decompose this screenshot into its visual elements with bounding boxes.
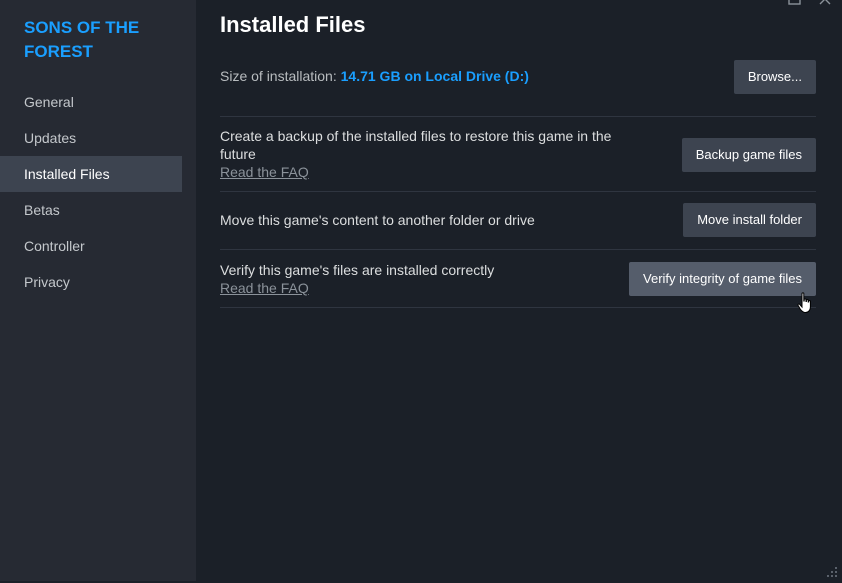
hand-pointer-icon [797,292,815,314]
verify-integrity-button[interactable]: Verify integrity of game files [629,262,816,296]
verify-row: Verify this game's files are installed c… [220,249,816,308]
backup-text: Create a backup of the installed files t… [220,128,612,162]
installation-size-text: Size of installation: 14.71 GB on Local … [220,68,529,84]
resize-grip-icon[interactable] [826,565,838,577]
sidebar-nav: General Updates Installed Files Betas Co… [0,84,182,300]
verify-text: Verify this game's files are installed c… [220,262,495,278]
backup-game-files-button[interactable]: Backup game files [681,138,816,172]
size-label: Size of installation: [220,68,337,84]
move-install-folder-button[interactable]: Move install folder [683,203,816,237]
verify-faq-link[interactable]: Read the FAQ [220,279,600,297]
sidebar-item-updates[interactable]: Updates [0,120,182,156]
sidebar: SONS OF THE FOREST General Updates Insta… [0,0,196,581]
move-row: Move this game's content to another fold… [220,191,816,249]
sidebar-item-installed-files[interactable]: Installed Files [0,156,182,192]
browse-button[interactable]: Browse... [733,60,816,94]
sidebar-item-privacy[interactable]: Privacy [0,264,182,300]
verify-description: Verify this game's files are installed c… [220,261,600,297]
close-icon[interactable] [818,0,832,9]
backup-faq-link[interactable]: Read the FAQ [220,163,650,181]
sidebar-item-controller[interactable]: Controller [0,228,182,264]
backup-description: Create a backup of the installed files t… [220,127,650,181]
move-text: Move this game's content to another fold… [220,212,535,228]
game-title: SONS OF THE FOREST [24,18,140,61]
page-title: Installed Files [220,12,366,37]
installation-size-row: Size of installation: 14.71 GB on Local … [220,60,816,94]
size-value: 14.71 GB on Local Drive (D:) [340,68,529,84]
backup-row: Create a backup of the installed files t… [220,116,816,191]
sidebar-item-betas[interactable]: Betas [0,192,182,228]
sidebar-item-general[interactable]: General [0,84,182,120]
maximize-icon[interactable] [788,0,802,9]
